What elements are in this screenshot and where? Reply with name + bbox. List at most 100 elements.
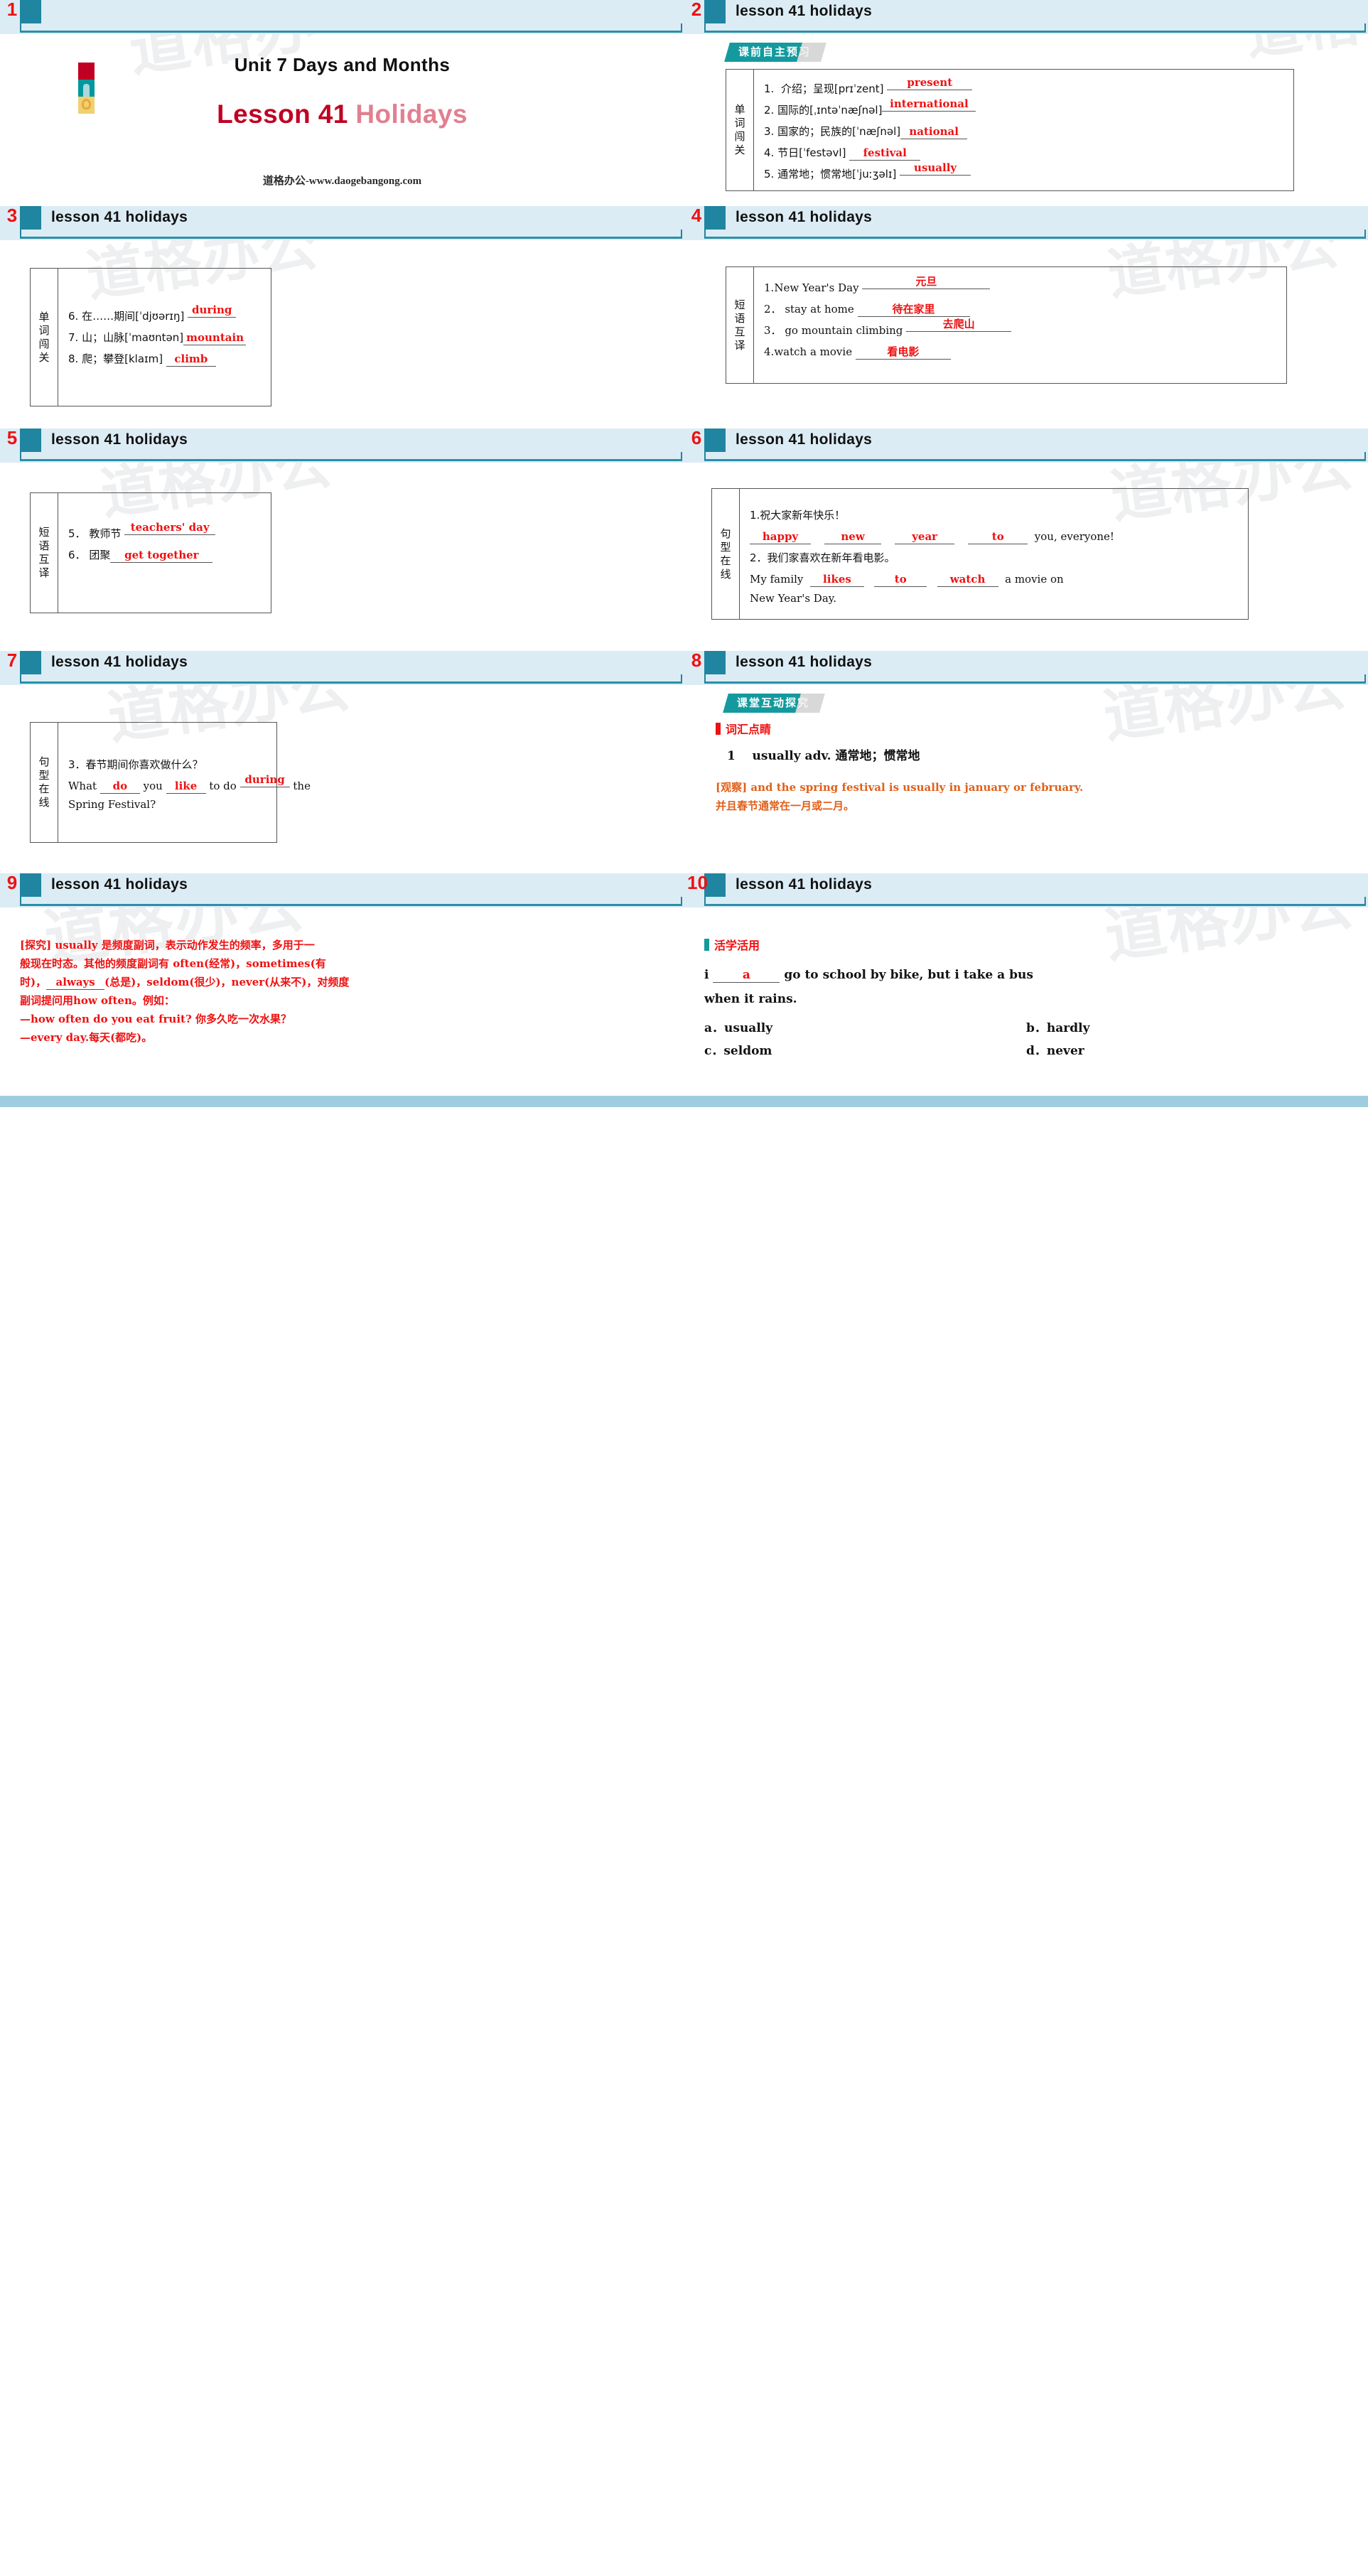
vocab-box: 单词闯关 6. 在……期间[ˈdjʊərɪŋ] during 7. 山；山脉[ˈ… [30,268,271,406]
slide-header: 3 lesson 41 holidays [0,206,684,240]
slide-3[interactable]: 道格办公 3 lesson 41 holidays 单词闯关 6. 在……期间[… [0,206,684,429]
observe-english: [观察] and the spring festival is usually … [716,781,1084,794]
sentence-rows: 3．春节期间你喜欢做什么？ What do you like to do dur… [58,723,321,842]
phrase-row: 1.New Year's Day 元旦 [764,275,1276,298]
answer-blank: climb [166,352,216,367]
answer-blank: mountain [183,331,247,345]
slide-5[interactable]: 道格办公 5 lesson 41 holidays 短语互译 5． 教师节 te… [0,429,684,651]
sentence-rows: 1.祝大家新年快乐！ happy new year to you, everyo… [740,489,1248,619]
header-title: lesson 41 holidays [736,3,873,19]
sentence-prompt: 3．春节期间你喜欢做什么？ [68,758,203,771]
header-frame [20,674,682,684]
phrase-row: 5． 教师节 teachers' day [68,521,261,544]
option-list: a．usually b．hardly c．seldom d．never [704,1017,1348,1062]
vocab-row: 5. 通常地；惯常地[ˈjuːʒəlɪ] usually [764,161,1283,185]
answer-blank: like [166,780,206,794]
phrase-box: 短语互译 5． 教师节 teachers' day 6． 团聚 get toget… [30,492,271,613]
slide-8[interactable]: 道格办公 8 lesson 41 holidays 课堂互动探究 词汇点睛 1 … [684,651,1368,873]
option-b[interactable]: b．hardly [1026,1017,1348,1040]
header-frame [704,23,1366,33]
phrase-box: 短语互译 1.New Year's Day 元旦 2． stay at home… [726,266,1287,384]
phrase-row: 2． stay at home 待在家里 [764,298,1276,320]
option-a[interactable]: a．usually [704,1017,1026,1040]
section-badge: 课堂互动探究 [723,694,825,713]
answer-blank: 元旦 [862,275,991,289]
phrase-rows: 1.New Year's Day 元旦 2． stay at home 待在家里… [754,267,1286,383]
accent-bar-icon [716,722,721,735]
slide-header: 7 lesson 41 holidays [0,651,684,685]
question-line-2: when it rains. [704,992,797,1006]
note-line: [探究] usually 是频度副词，表示动作发生的频率，多用于一 [20,939,315,952]
sentence-answer-line: What do you like to do during the [68,773,311,794]
box-label: 句型在线 [712,489,740,619]
title-slide-body: Unit 7 Days and Months Lesson 41 Holiday… [0,34,684,206]
slide-9[interactable]: 道格办公 9 lesson 41 holidays [探究] usually 是… [0,873,684,1096]
slide-number: 3 [6,206,18,226]
box-label: 单词闯关 [726,70,754,190]
vocab-item: 1 usually adv. 通常地；惯常地 [684,743,1368,767]
answer-blank: 看电影 [855,345,951,360]
header-title: lesson 41 holidays [51,431,188,448]
sentence-answer-line: happy new year to you, everyone! [750,526,1238,547]
header-tab [704,206,726,230]
answer-blank: do [99,780,140,794]
header-frame [20,230,682,239]
slide-10[interactable]: 道格办公 10 lesson 41 holidays 活学活用 i a go t… [684,873,1368,1096]
sentence-prompt: 1.祝大家新年快乐！ [750,509,846,522]
answer-blank: likes [809,573,864,587]
header-tab [20,429,41,452]
vocab-row: 2. 国际的[ˌɪntəˈnæʃnəl] international [764,97,1283,121]
slide-1[interactable]: 道格办 1 Unit 7 Days and Months Lesson 41 H… [0,0,684,206]
slide-header: 1 [0,0,684,34]
answer-blank: a [713,969,780,983]
answer-blank: festival [849,146,921,161]
vocab-box: 单词闯关 1. 介绍；呈现[prɪˈzent] present 2. 国际的[ˌ… [726,69,1294,191]
header-tab [704,651,726,674]
header-tab [704,429,726,452]
answer-blank: usually [900,161,971,176]
answer-blank: 待在家里 [857,303,970,317]
header-title: lesson 41 holidays [51,654,188,670]
box-label: 句型在线 [31,723,58,842]
vocab-row: 8. 爬；攀登[klaɪm] climb [68,348,261,370]
slide-header: 9 lesson 41 holidays [0,873,684,907]
slide-number: 2 [691,0,702,20]
sentence-box: 句型在线 3．春节期间你喜欢做什么？ What do you like to d… [30,722,311,843]
site-credit: 道格办公-www.daogebangong.com [262,176,422,187]
answer-blank: teachers' day [124,521,216,535]
answer-blank: new [824,530,882,544]
header-title: lesson 41 holidays [736,876,873,893]
answer-blank: national [900,125,968,139]
slide-4[interactable]: 道格办公 4 lesson 41 holidays 短语互译 1.New Yea… [684,206,1368,429]
header-frame [20,23,682,33]
slide-header: 6 lesson 41 holidays [684,429,1368,463]
slide-7[interactable]: 道格办公 7 lesson 41 holidays 句型在线 3．春节期间你喜欢… [0,651,684,873]
note-block: [探究] usually 是频度副词，表示动作发生的频率，多用于一 般现在时态。… [0,907,684,1047]
answer-blank: always [46,976,105,990]
option-c[interactable]: c．seldom [704,1040,1026,1062]
slide-6[interactable]: 道格办公 6 lesson 41 holidays 句型在线 1.祝大家新年快乐… [684,429,1368,651]
answer-blank: international [882,97,976,112]
note-line: —how often do you eat fruit? 你多久吃一次水果？ [20,1013,291,1025]
slide-header: 5 lesson 41 holidays [0,429,684,463]
header-tab [704,0,726,23]
slide-number: 4 [691,206,702,226]
slide-deck-grid: 道格办 1 Unit 7 Days and Months Lesson 41 H… [0,0,1368,1096]
answer-blank: watch [937,573,998,587]
vocab-section-heading: 词汇点睛 [716,720,1368,737]
option-d[interactable]: d．never [1026,1040,1348,1062]
sentence-box: 句型在线 1.祝大家新年快乐！ happy new year to you, e… [711,488,1249,620]
vocab-row: 1. 介绍；呈现[prɪˈzent] present [764,76,1283,99]
observe-chinese: 并且春节通常在一月或二月。 [716,799,855,812]
header-frame [704,897,1366,906]
slide-number: 10 [687,873,708,893]
box-label: 短语互译 [31,493,58,613]
header-frame [20,897,682,906]
answer-blank: during [239,773,290,787]
header-title: lesson 41 holidays [736,431,873,448]
slide-2[interactable]: 道格 2 lesson 41 holidays 课前自主预习 单词闯关 1. 介… [684,0,1368,206]
slide-number: 9 [6,873,18,893]
slide-number: 8 [691,651,702,671]
vocab-row: 7. 山；山脉[ˈmaʊntən] mountain [68,327,261,348]
header-title: lesson 41 holidays [736,209,873,225]
